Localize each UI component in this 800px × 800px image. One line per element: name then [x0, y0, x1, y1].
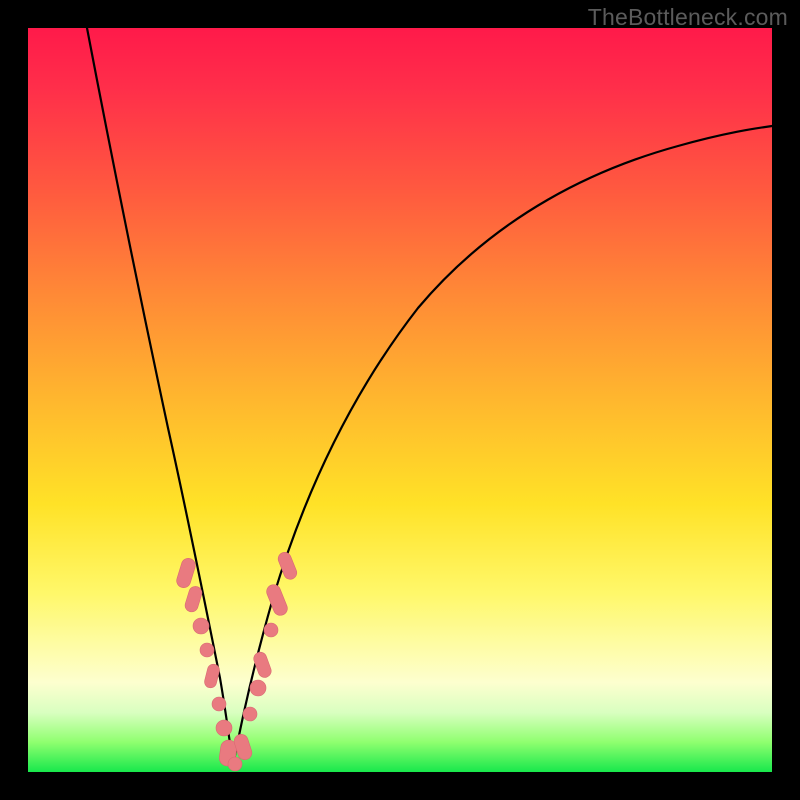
watermark-text: TheBottleneck.com: [588, 4, 788, 31]
marker-group: [175, 550, 299, 771]
curve-layer: [28, 28, 772, 772]
plot-area: [28, 28, 772, 772]
chart-frame: TheBottleneck.com: [0, 0, 800, 800]
curve-right-branch: [233, 126, 772, 766]
